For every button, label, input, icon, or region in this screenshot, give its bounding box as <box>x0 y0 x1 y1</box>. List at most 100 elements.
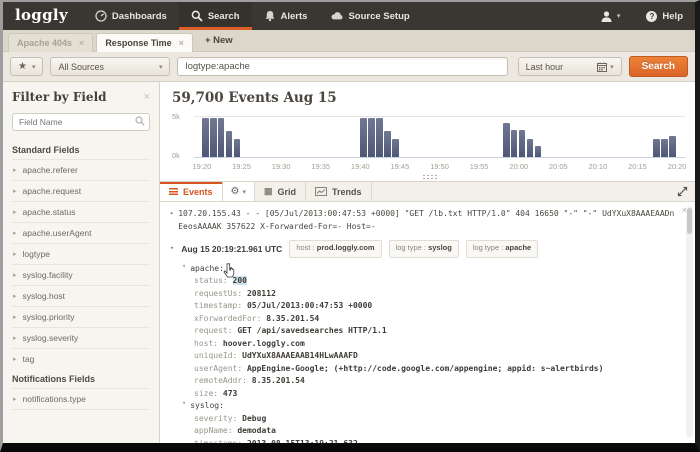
histogram-bar[interactable] <box>368 118 375 157</box>
histogram-bar[interactable] <box>360 118 367 157</box>
field-value[interactable]: AppEngine-Google; (+http://code.google.c… <box>247 364 603 373</box>
histogram-bar[interactable] <box>392 139 399 157</box>
histogram-bar[interactable] <box>384 131 391 157</box>
event-field-group[interactable]: ▾apache: <box>182 263 677 276</box>
field-item-apache-referer[interactable]: ▸ apache.referer <box>12 159 150 180</box>
histogram-bar[interactable] <box>511 130 518 157</box>
tab-apache-404s[interactable]: Apache 404s× <box>8 33 93 52</box>
field-item-apache-userAgent[interactable]: ▸apache.userAgent <box>12 222 150 243</box>
field-item-syslog-host[interactable]: ▸syslog.host <box>12 285 150 306</box>
scrollbar[interactable] <box>686 206 693 438</box>
tab-response-time[interactable]: Response Time× <box>96 33 193 52</box>
field-key: requestUs: <box>194 289 247 298</box>
field-value[interactable]: GET /api/savedsearches HTTP/1.1 <box>237 326 386 335</box>
histogram-bar[interactable] <box>661 139 668 157</box>
field-value[interactable]: Debug <box>242 414 266 423</box>
user-menu[interactable]: ▾ <box>586 2 635 30</box>
event-field-row: timestamp: 2013-08-15T13:19:21.632 <box>194 438 677 444</box>
event-field-row: timestamp: 05/Jul/2013:00:47:53 +0000 <box>194 300 677 313</box>
search-tab-strip: Apache 404s×Response Time×+ New <box>3 30 695 52</box>
field-item-apache-request[interactable]: ▸apache.request <box>12 180 150 201</box>
main-panel: 59,700 Events Aug 15 5k 0k 19:2019:2519:… <box>160 82 695 443</box>
nav-item-alerts[interactable]: Alerts <box>252 2 320 30</box>
time-range-value: Last hour <box>526 62 592 72</box>
event-field-row: requestUs: 208112 <box>194 288 677 301</box>
query-input[interactable] <box>177 57 507 76</box>
field-value[interactable]: 473 <box>223 389 237 398</box>
field-value[interactable]: demodata <box>237 426 276 435</box>
nav-item-label: Dashboards <box>112 11 167 22</box>
event-field-group[interactable]: ▾syslog: <box>182 400 677 413</box>
event-timestamp: Aug 15 20:19:21.961 UTC <box>181 243 282 256</box>
event-tag[interactable]: log type : syslog <box>389 240 459 258</box>
chevron-right-icon: ▸ <box>13 396 17 403</box>
histogram-bar[interactable] <box>503 123 510 157</box>
field-value[interactable]: UdYXuX8AAAEAAB14HLwAAAFD <box>242 351 358 360</box>
time-range-select[interactable]: Last hour ▾ <box>518 57 622 76</box>
field-item-syslog-priority[interactable]: ▸syslog.priority <box>12 306 150 327</box>
event-field-row: userAgent: AppEngine-Google; (+http://co… <box>194 363 677 376</box>
field-item-notifications-type[interactable]: ▸notifications.type <box>12 388 150 410</box>
loggly-logo[interactable]: loggly <box>3 2 83 30</box>
event-row-collapsed[interactable]: ▸107.20.155.43 - - [05/Jul/2013:00:47:53… <box>170 208 677 233</box>
chevron-down-icon[interactable]: ▾ <box>170 245 174 252</box>
field-value[interactable]: hoover.loggly.com <box>223 339 305 348</box>
new-tab-button[interactable]: + New <box>196 31 242 51</box>
close-icon[interactable]: × <box>144 92 150 103</box>
chevron-right-icon: ▸ <box>13 167 17 174</box>
field-value[interactable]: 200 <box>233 276 247 285</box>
favorites-button[interactable]: ★ ▾ <box>10 57 43 76</box>
source-select[interactable]: All Sources ▾ <box>50 57 170 76</box>
field-name-input[interactable] <box>12 113 150 131</box>
histogram-bar[interactable] <box>234 139 241 157</box>
nav-item-source-setup[interactable]: Source Setup <box>319 2 421 30</box>
close-icon[interactable]: × <box>179 38 184 48</box>
tab-events[interactable]: Events <box>160 182 223 201</box>
histogram-bar[interactable] <box>210 118 217 157</box>
help-button[interactable]: ? Help <box>634 2 695 30</box>
scrollbar-thumb[interactable] <box>687 208 692 234</box>
histogram-bar[interactable] <box>535 146 542 157</box>
field-item-tag[interactable]: ▸tag <box>12 348 150 369</box>
histogram-bar[interactable] <box>218 118 225 157</box>
chevron-right-icon[interactable]: ▸ <box>170 210 174 233</box>
nav-item-dashboards[interactable]: Dashboards <box>83 2 179 30</box>
chevron-down-icon[interactable]: ▾ <box>182 400 186 413</box>
chevron-down-icon[interactable]: ▾ <box>182 263 186 276</box>
search-button[interactable]: Search <box>629 56 688 77</box>
view-options-button[interactable]: ⚙▾ <box>223 182 255 201</box>
field-value[interactable]: 8.35.201.54 <box>266 314 319 323</box>
close-icon[interactable]: × <box>79 38 84 48</box>
histogram-bar[interactable] <box>226 131 233 157</box>
event-raw-text: 107.20.155.43 - - [05/Jul/2013:00:47:53 … <box>178 208 677 233</box>
field-item-logtype[interactable]: ▸logtype <box>12 243 150 264</box>
event-field-row: host: hoover.loggly.com <box>194 338 677 351</box>
event-row-expanded-header[interactable]: ▾ Aug 15 20:19:21.961 UTC host : prod.logg… <box>170 240 677 258</box>
event-tag[interactable]: log type : apache <box>466 240 538 258</box>
x-axis-tick: 19:45 <box>391 162 410 171</box>
histogram-bar[interactable] <box>653 139 660 157</box>
histogram-bar[interactable] <box>519 130 526 157</box>
field-value[interactable]: 2013-08-15T13:19:21.632 <box>247 439 358 444</box>
histogram-bar[interactable] <box>202 118 209 157</box>
field-item-label: apache.referer <box>23 165 78 175</box>
field-value[interactable]: 05/Jul/2013:00:47:53 +0000 <box>247 301 372 310</box>
histogram-bar[interactable] <box>376 118 383 157</box>
field-item-syslog-facility[interactable]: ▸syslog.facility <box>12 264 150 285</box>
tab-trends[interactable]: Trends <box>306 182 372 201</box>
nav-item-search[interactable]: Search <box>179 2 252 30</box>
field-item-apache-status[interactable]: ▸apache.status <box>12 201 150 222</box>
field-value[interactable]: 8.35.201.54 <box>252 376 305 385</box>
histogram-bar[interactable] <box>669 136 676 157</box>
histogram-bar[interactable] <box>527 139 534 157</box>
field-value[interactable]: 208112 <box>247 289 276 298</box>
nav-item-label: Search <box>208 11 240 22</box>
events-panel: Events⚙▾▦GridTrends × ▸107.20.155.43 - -… <box>160 181 695 443</box>
tab-grid[interactable]: ▦Grid <box>255 182 306 201</box>
event-tag[interactable]: host : prod.loggly.com <box>289 240 381 258</box>
field-item-syslog-severity[interactable]: ▸syslog.severity <box>12 327 150 348</box>
field-item-label: syslog.priority <box>23 312 75 322</box>
chevron-down-icon: ▾ <box>610 63 614 71</box>
resize-grip-handle[interactable] <box>422 174 438 179</box>
expand-icon[interactable] <box>677 186 688 197</box>
